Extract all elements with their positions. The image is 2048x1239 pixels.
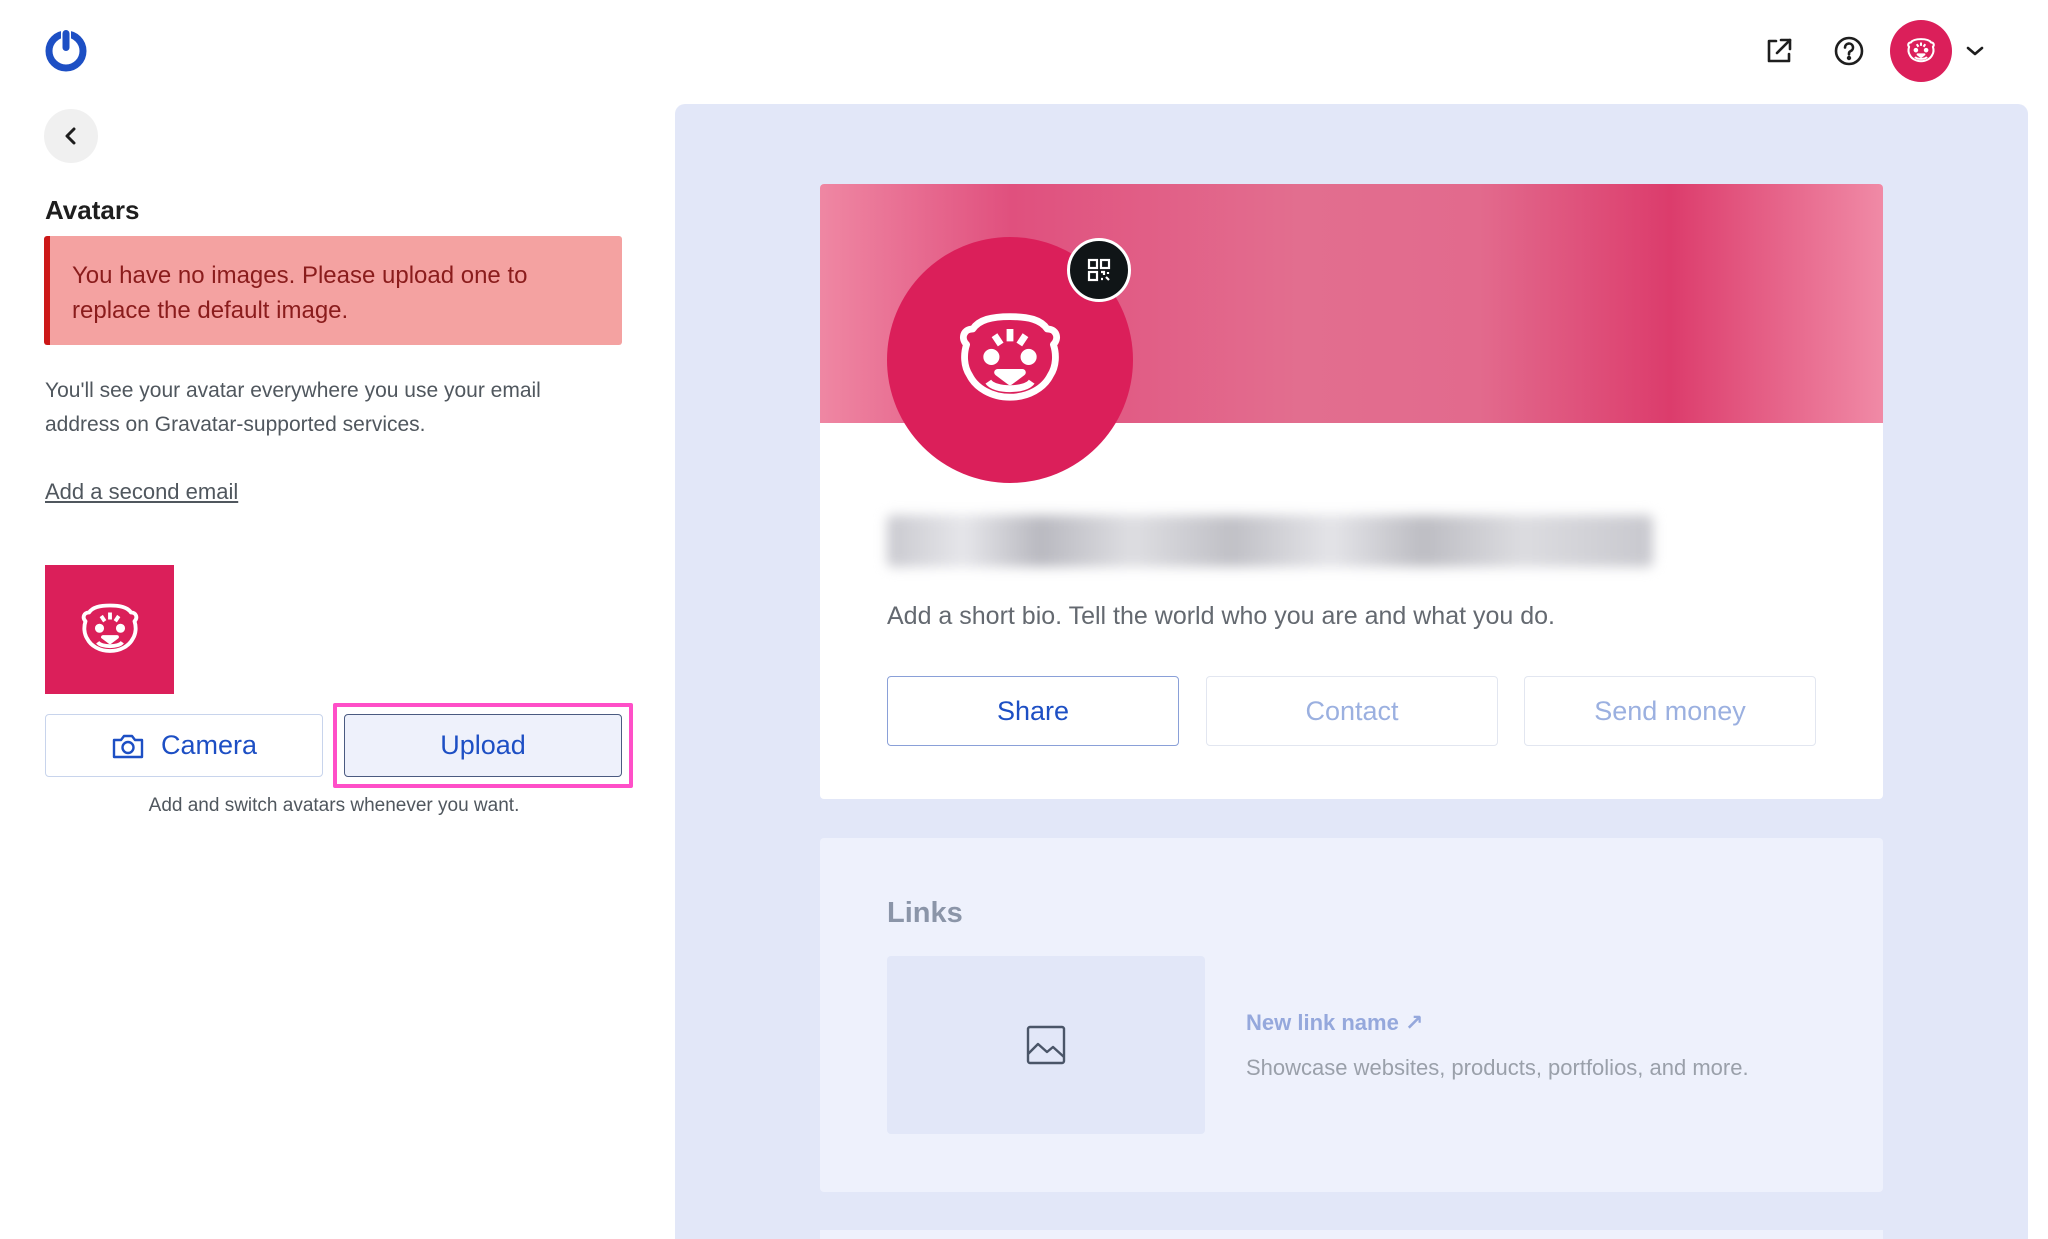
page: Avatars You have no images. Please uploa… xyxy=(0,0,2048,1239)
chevron-down-icon[interactable] xyxy=(1952,20,1998,82)
chevron-left-icon xyxy=(65,127,76,145)
share-button[interactable]: Share xyxy=(887,676,1179,746)
help-circle-icon[interactable] xyxy=(1814,20,1884,82)
image-icon xyxy=(1026,1025,1066,1065)
avatar-thumbnail[interactable] xyxy=(45,565,174,694)
external-link-icon[interactable] xyxy=(1744,20,1814,82)
blurred-display-name xyxy=(887,515,1653,567)
send-money-button[interactable]: Send money xyxy=(1524,676,1816,746)
section-title: Avatars xyxy=(45,195,140,225)
profile-bio-placeholder: Add a short bio. Tell the world who you … xyxy=(887,602,1556,630)
tiger-icon xyxy=(959,313,1061,401)
camera-button[interactable]: Camera xyxy=(45,714,323,777)
camera-button-label: Camera xyxy=(160,730,258,760)
tiger-icon xyxy=(81,603,138,653)
tiger-icon xyxy=(1907,38,1935,63)
next-card-edge xyxy=(820,1230,1883,1239)
camera-icon xyxy=(112,734,144,758)
link-description: Showcase websites, products, portfolios,… xyxy=(1246,1055,1749,1080)
new-link-name[interactable]: New link name ↗ xyxy=(1246,1010,1423,1036)
contact-button[interactable]: Contact xyxy=(1206,676,1498,746)
links-title: Links xyxy=(887,897,963,929)
qr-code-icon xyxy=(1087,258,1111,282)
qr-code-button[interactable] xyxy=(1067,238,1131,302)
account-avatar[interactable] xyxy=(1890,20,1952,82)
link-image-placeholder xyxy=(887,956,1205,1134)
avatar-switch-caption: Add and switch avatars whenever you want… xyxy=(148,795,520,816)
avatar-description: You'll see your avatar everywhere you us… xyxy=(45,379,541,436)
gravatar-logo-icon[interactable] xyxy=(43,28,89,74)
header-actions xyxy=(1744,20,1998,82)
upload-button[interactable]: Upload xyxy=(344,714,622,777)
back-button[interactable] xyxy=(44,109,98,163)
add-second-email-link[interactable]: Add a second email xyxy=(45,479,238,505)
no-images-notice: You have no images. Please upload one to… xyxy=(44,236,622,345)
upload-button-label: Upload xyxy=(440,730,526,760)
